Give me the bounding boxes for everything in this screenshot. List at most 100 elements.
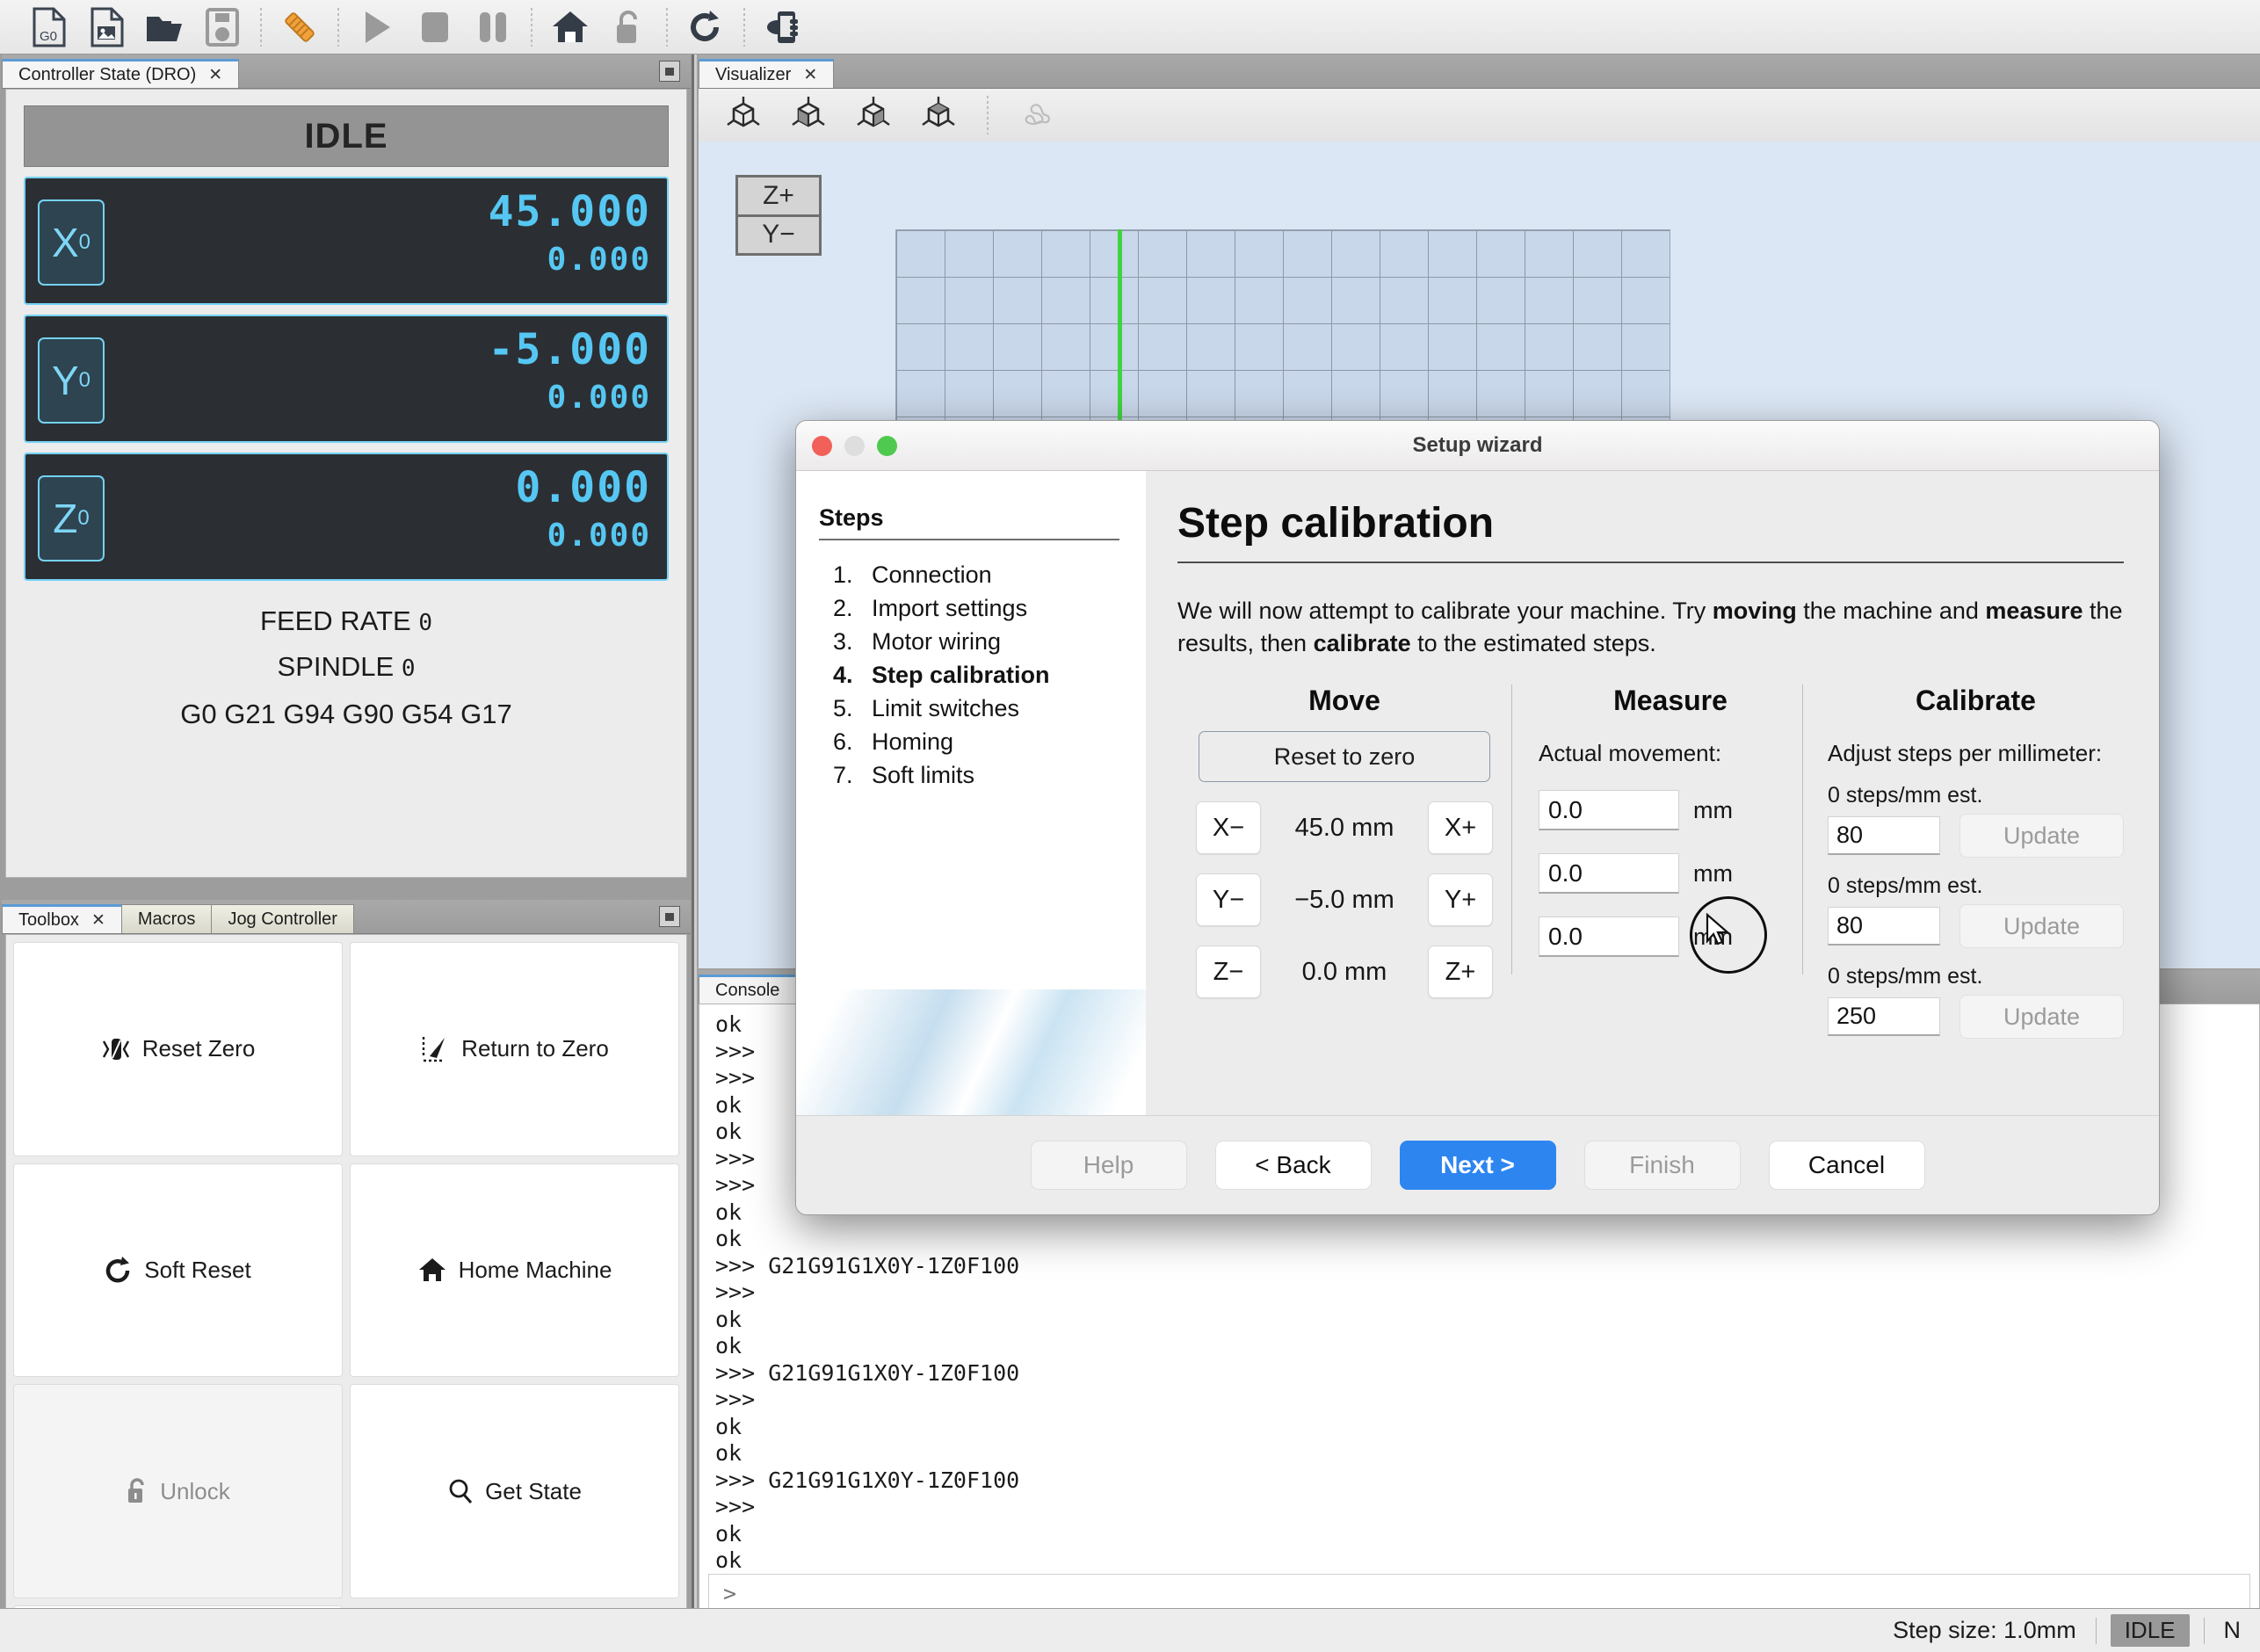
jog-z-plus-button[interactable]: Z+ bbox=[1428, 946, 1493, 998]
axis-zero-button-z[interactable]: Z0 bbox=[38, 475, 105, 562]
back-button[interactable]: < Back bbox=[1215, 1141, 1372, 1190]
step-item-connection[interactable]: Connection bbox=[859, 558, 1146, 591]
home-machine-button[interactable]: Home Machine bbox=[350, 1163, 679, 1378]
jog-x-minus-button[interactable]: X− bbox=[1196, 801, 1261, 854]
float-panel-button[interactable] bbox=[659, 906, 680, 927]
maximize-window-button[interactable] bbox=[877, 436, 897, 456]
axis-zero-button-y[interactable]: Y0 bbox=[38, 337, 105, 424]
unlock-button[interactable]: Unlock bbox=[13, 1384, 343, 1598]
new-file-icon[interactable]: G0 bbox=[19, 2, 77, 53]
toolbar-separator bbox=[666, 8, 668, 47]
close-icon[interactable]: ✕ bbox=[91, 910, 105, 931]
window-controls bbox=[812, 436, 897, 456]
open-folder-icon[interactable] bbox=[135, 2, 193, 53]
cancel-button[interactable]: Cancel bbox=[1769, 1141, 1925, 1190]
get-state-button[interactable]: Get State bbox=[350, 1384, 679, 1598]
visualizer-toolbar bbox=[699, 89, 2260, 142]
axis-label-z-plus[interactable]: Z+ bbox=[738, 178, 819, 214]
jog-row-z: Z− 0.0 mm Z+ bbox=[1177, 946, 1511, 998]
home-icon[interactable] bbox=[541, 2, 599, 53]
steps-input-y[interactable]: 80 bbox=[1828, 907, 1940, 946]
return-to-zero-icon bbox=[420, 1035, 450, 1063]
reset-to-zero-button[interactable]: Reset to zero bbox=[1199, 731, 1490, 782]
minimize-window-button[interactable] bbox=[844, 436, 865, 456]
tab-console[interactable]: Console bbox=[699, 975, 796, 1004]
toolpath-icon[interactable] bbox=[1011, 93, 1062, 137]
open-recent-icon[interactable] bbox=[77, 2, 135, 53]
status-divider bbox=[2096, 1618, 2097, 1644]
step-item-motor-wiring[interactable]: Motor wiring bbox=[859, 625, 1146, 658]
step-item-limit-switches[interactable]: Limit switches bbox=[859, 692, 1146, 725]
jog-z-minus-button[interactable]: Z− bbox=[1196, 946, 1261, 998]
steps-input-z[interactable]: 250 bbox=[1828, 997, 1940, 1036]
float-panel-button[interactable] bbox=[659, 61, 680, 82]
step-item-step-calibration[interactable]: Step calibration bbox=[859, 658, 1146, 692]
close-icon[interactable]: ✕ bbox=[803, 65, 817, 85]
search-icon bbox=[447, 1478, 474, 1504]
update-button-y[interactable]: Update bbox=[1959, 904, 2124, 948]
iso-view-icon[interactable] bbox=[718, 93, 769, 137]
dro-panel: Controller State (DRO) ✕ IDLE X0 45.000 … bbox=[2, 54, 691, 898]
close-window-button[interactable] bbox=[812, 436, 832, 456]
macro-icon[interactable] bbox=[271, 2, 329, 53]
main-toolbar: G0 bbox=[0, 0, 2260, 54]
measure-input-x[interactable]: 0.0 bbox=[1539, 790, 1679, 830]
toolbox-panel: Toolbox ✕ Macros Jog Controller bbox=[2, 900, 691, 1652]
gcode-state-line: G0 G21 G94 G90 G54 G17 bbox=[24, 699, 669, 730]
measure-column-header: Measure bbox=[1539, 685, 1802, 717]
front-view-icon[interactable] bbox=[783, 93, 834, 137]
top-view-icon[interactable] bbox=[913, 93, 964, 137]
steps-estimate-z: 0 steps/mm est. bbox=[1828, 964, 2124, 989]
steps-estimate-x: 0 steps/mm est. bbox=[1828, 783, 2124, 808]
reset-zero-button[interactable]: Reset Zero bbox=[13, 942, 343, 1156]
close-icon[interactable]: ✕ bbox=[208, 65, 222, 85]
jog-x-plus-button[interactable]: X+ bbox=[1428, 801, 1493, 854]
axis-machine-value-x: 0.000 bbox=[547, 242, 651, 278]
tab-label: Macros bbox=[138, 909, 196, 930]
dialog-footer: Help < Back Next > Finish Cancel bbox=[796, 1115, 2159, 1214]
toolbar-separator bbox=[337, 8, 339, 47]
calibrate-group-y: 0 steps/mm est. 80 Update bbox=[1828, 873, 2124, 948]
jog-z-value: 0.0 mm bbox=[1261, 958, 1428, 987]
next-button[interactable]: Next > bbox=[1400, 1141, 1556, 1190]
finish-button[interactable]: Finish bbox=[1584, 1141, 1741, 1190]
measure-input-y[interactable]: 0.0 bbox=[1539, 853, 1679, 894]
steps-input-x[interactable]: 80 bbox=[1828, 816, 1940, 855]
update-button-z[interactable]: Update bbox=[1959, 995, 2124, 1039]
tab-controller-state[interactable]: Controller State (DRO) ✕ bbox=[2, 59, 239, 88]
pause-icon[interactable] bbox=[464, 2, 522, 53]
return-to-zero-button[interactable]: Return to Zero bbox=[350, 942, 679, 1156]
update-button-x[interactable]: Update bbox=[1959, 814, 2124, 858]
pendant-icon[interactable] bbox=[754, 2, 812, 53]
jog-row-y: Y− −5.0 mm Y+ bbox=[1177, 873, 1511, 926]
tab-visualizer[interactable]: Visualizer ✕ bbox=[699, 59, 834, 88]
play-icon[interactable] bbox=[348, 2, 406, 53]
save-icon[interactable] bbox=[193, 2, 251, 53]
step-item-soft-limits[interactable]: Soft limits bbox=[859, 758, 1146, 792]
tab-macros[interactable]: Macros bbox=[121, 904, 213, 933]
help-button[interactable]: Help bbox=[1031, 1141, 1187, 1190]
console-input[interactable]: > bbox=[708, 1574, 2250, 1612]
axis-machine-value-z: 0.000 bbox=[547, 518, 651, 554]
status-bar: Step size: 1.0mm IDLE N bbox=[0, 1608, 2260, 1652]
instruction-text: We will now attempt to calibrate your ma… bbox=[1177, 595, 2124, 660]
tab-toolbox[interactable]: Toolbox ✕ bbox=[2, 904, 122, 933]
axis-work-value-x: 45.000 bbox=[489, 187, 651, 236]
unlock-icon[interactable] bbox=[599, 2, 657, 53]
tab-jog-controller[interactable]: Jog Controller bbox=[211, 904, 354, 933]
step-item-import-settings[interactable]: Import settings bbox=[859, 591, 1146, 625]
axis-zero-button-x[interactable]: X0 bbox=[38, 199, 105, 286]
soft-reset-button[interactable]: Soft Reset bbox=[13, 1163, 343, 1378]
measure-row-z: 0.0 mm bbox=[1539, 917, 1802, 957]
calibrate-label: Adjust steps per millimeter: bbox=[1828, 740, 2124, 767]
soft-reset-icon[interactable] bbox=[677, 2, 735, 53]
stop-icon[interactable] bbox=[406, 2, 464, 53]
jog-y-plus-button[interactable]: Y+ bbox=[1428, 873, 1493, 926]
side-view-icon[interactable] bbox=[848, 93, 899, 137]
jog-y-value: −5.0 mm bbox=[1261, 886, 1428, 915]
measure-unit-x: mm bbox=[1693, 797, 1733, 824]
jog-y-minus-button[interactable]: Y− bbox=[1196, 873, 1261, 926]
measure-input-z[interactable]: 0.0 bbox=[1539, 917, 1679, 957]
step-item-homing[interactable]: Homing bbox=[859, 725, 1146, 758]
axis-label-y-minus[interactable]: Y− bbox=[738, 217, 819, 254]
